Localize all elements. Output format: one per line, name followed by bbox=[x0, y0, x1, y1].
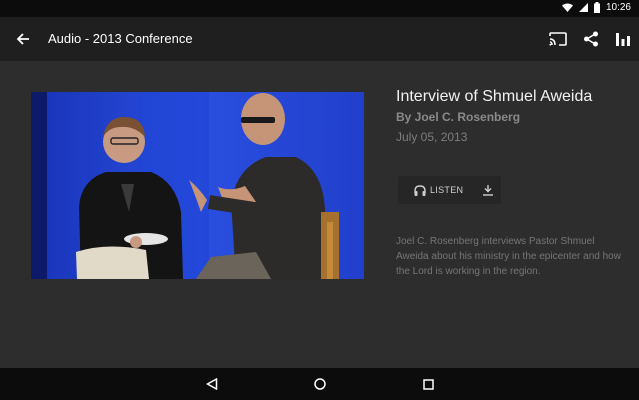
cast-icon bbox=[549, 32, 567, 46]
listen-label: LISTEN bbox=[430, 185, 464, 195]
cast-button[interactable] bbox=[546, 27, 570, 51]
download-icon bbox=[482, 185, 493, 196]
app-bar: Audio - 2013 Conference bbox=[0, 17, 639, 61]
interview-photo bbox=[31, 92, 364, 279]
item-description: Joel C. Rosenberg interviews Pastor Shmu… bbox=[396, 236, 621, 277]
page-title: Audio - 2013 Conference bbox=[48, 31, 193, 46]
nav-back-button[interactable] bbox=[204, 376, 220, 392]
battery-icon bbox=[593, 2, 600, 13]
system-nav-bar bbox=[0, 368, 639, 400]
share-icon bbox=[584, 31, 598, 47]
recents-square-icon bbox=[422, 378, 434, 390]
item-author: By Joel C. Rosenberg bbox=[396, 110, 521, 124]
nav-recents-button[interactable] bbox=[420, 376, 436, 392]
listen-button[interactable]: LISTEN bbox=[398, 176, 474, 204]
cell-signal-icon bbox=[578, 3, 588, 12]
status-icons: 10:26 bbox=[561, 2, 631, 13]
share-button[interactable] bbox=[579, 27, 603, 51]
arrow-back-icon bbox=[16, 33, 29, 45]
home-circle-icon bbox=[314, 378, 326, 390]
status-bar: 10:26 bbox=[0, 0, 639, 17]
item-title: Interview of Shmuel Aweida bbox=[396, 88, 593, 105]
audio-actions: LISTEN bbox=[398, 176, 501, 204]
headphones-icon bbox=[414, 184, 426, 196]
equalizer-icon bbox=[616, 33, 630, 46]
status-time: 10:26 bbox=[605, 2, 631, 13]
back-button[interactable] bbox=[12, 28, 34, 50]
wifi-icon bbox=[561, 3, 573, 12]
content-area: Interview of Shmuel Aweida By Joel C. Ro… bbox=[0, 61, 639, 368]
back-triangle-icon bbox=[206, 378, 218, 390]
download-button[interactable] bbox=[474, 176, 501, 204]
equalizer-button[interactable] bbox=[611, 27, 635, 51]
item-date: July 05, 2013 bbox=[396, 130, 468, 144]
nav-home-button[interactable] bbox=[312, 376, 328, 392]
